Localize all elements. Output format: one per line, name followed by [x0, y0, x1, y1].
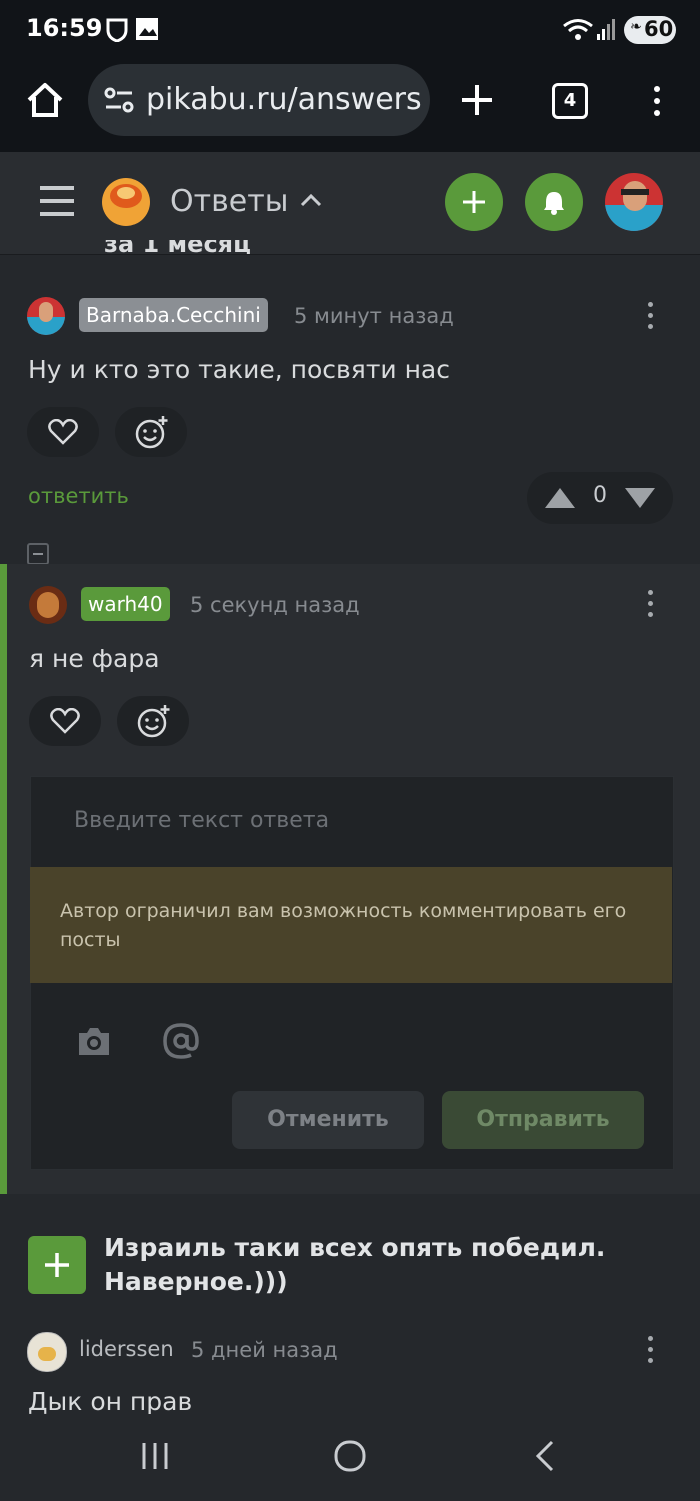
battery-indicator: ❧ 60	[624, 16, 676, 44]
mention-icon[interactable]	[162, 1022, 200, 1060]
plus-icon	[463, 191, 485, 213]
comment-username[interactable]: liderssen	[79, 1337, 174, 1361]
post-title[interactable]: Израиль таки всех опять победил. Наверно…	[104, 1231, 664, 1299]
comment-timestamp[interactable]: 5 секунд назад	[190, 593, 360, 617]
comment-menu-icon[interactable]	[648, 302, 654, 335]
comment-username[interactable]: warh40	[81, 587, 170, 621]
thread-indicator	[0, 564, 7, 1194]
home-nav-icon[interactable]	[334, 1440, 366, 1472]
new-tab-icon[interactable]	[460, 83, 494, 117]
home-icon[interactable]	[26, 82, 64, 118]
camera-icon[interactable]	[76, 1025, 112, 1057]
battery-level: 60	[644, 17, 674, 41]
reaction-button[interactable]	[115, 407, 187, 457]
reaction-button[interactable]	[117, 696, 189, 746]
image-alert-icon	[136, 18, 158, 40]
browser-menu-icon[interactable]	[654, 86, 660, 122]
plus-icon	[45, 1253, 69, 1277]
notifications-button[interactable]	[525, 173, 583, 231]
comment-text: я не фара	[29, 644, 160, 673]
bell-icon	[544, 192, 564, 215]
comment-menu-icon[interactable]	[648, 1336, 654, 1369]
comment-menu-icon[interactable]	[648, 590, 654, 623]
chevron-up-icon[interactable]	[300, 192, 322, 208]
status-bar: 16:59 ❧ 60	[0, 0, 700, 62]
emoji-add-icon	[135, 416, 168, 449]
wifi-icon	[563, 19, 593, 40]
upvote-icon[interactable]	[544, 486, 576, 510]
rating-value: 0	[593, 483, 607, 508]
restriction-notice-text: Автор ограничил вам возможность комменти…	[60, 900, 627, 951]
collapse-thread-button[interactable]	[27, 543, 49, 565]
reply-input[interactable]: Введите текст ответа	[74, 808, 329, 833]
status-time: 16:59	[26, 14, 103, 42]
address-bar[interactable]: pikabu.ru/answers	[88, 64, 430, 136]
send-button[interactable]: Отправить	[442, 1091, 644, 1149]
reply-link[interactable]: ответить	[28, 484, 129, 508]
add-post-button[interactable]	[445, 173, 503, 231]
shield-icon	[106, 18, 128, 42]
emoji-add-icon	[137, 705, 170, 738]
comment-timestamp[interactable]: 5 минут назад	[294, 304, 454, 328]
comment-text: Дык он прав	[28, 1387, 193, 1416]
avatar[interactable]	[29, 586, 67, 624]
rating-control: 0	[527, 472, 673, 524]
comment-timestamp[interactable]: 5 дней назад	[191, 1338, 338, 1362]
user-avatar[interactable]	[605, 173, 663, 231]
avatar[interactable]	[27, 1332, 67, 1372]
restriction-notice: Автор ограничил вам возможность комменти…	[30, 867, 672, 983]
heart-icon	[48, 419, 78, 445]
url-text[interactable]: pikabu.ru/answers	[146, 82, 422, 117]
heart-icon	[50, 708, 80, 734]
hamburger-menu-icon[interactable]	[40, 185, 74, 217]
cancel-button[interactable]: Отменить	[232, 1091, 424, 1149]
pikabu-logo-icon[interactable]	[100, 176, 152, 228]
recent-apps-icon[interactable]	[140, 1441, 170, 1471]
like-button[interactable]	[27, 407, 99, 457]
back-icon[interactable]	[534, 1440, 556, 1472]
comment-card: Barnaba.Cecchini 5 минут назад Ну и кто …	[0, 256, 700, 565]
site-settings-icon[interactable]	[104, 86, 134, 114]
downvote-icon[interactable]	[624, 486, 656, 510]
page-title[interactable]: Ответы	[170, 184, 288, 219]
comment-text: Ну и кто это такие, посвяти нас	[28, 355, 450, 384]
cut-off-heading: за 1 месяц	[104, 240, 251, 254]
like-button[interactable]	[29, 696, 101, 746]
expand-post-button[interactable]	[28, 1236, 86, 1294]
signal-icon	[597, 19, 615, 40]
avatar[interactable]	[27, 297, 65, 335]
comment-username[interactable]: Barnaba.Cecchini	[79, 298, 268, 332]
tabs-count-button[interactable]: 4	[552, 83, 588, 119]
